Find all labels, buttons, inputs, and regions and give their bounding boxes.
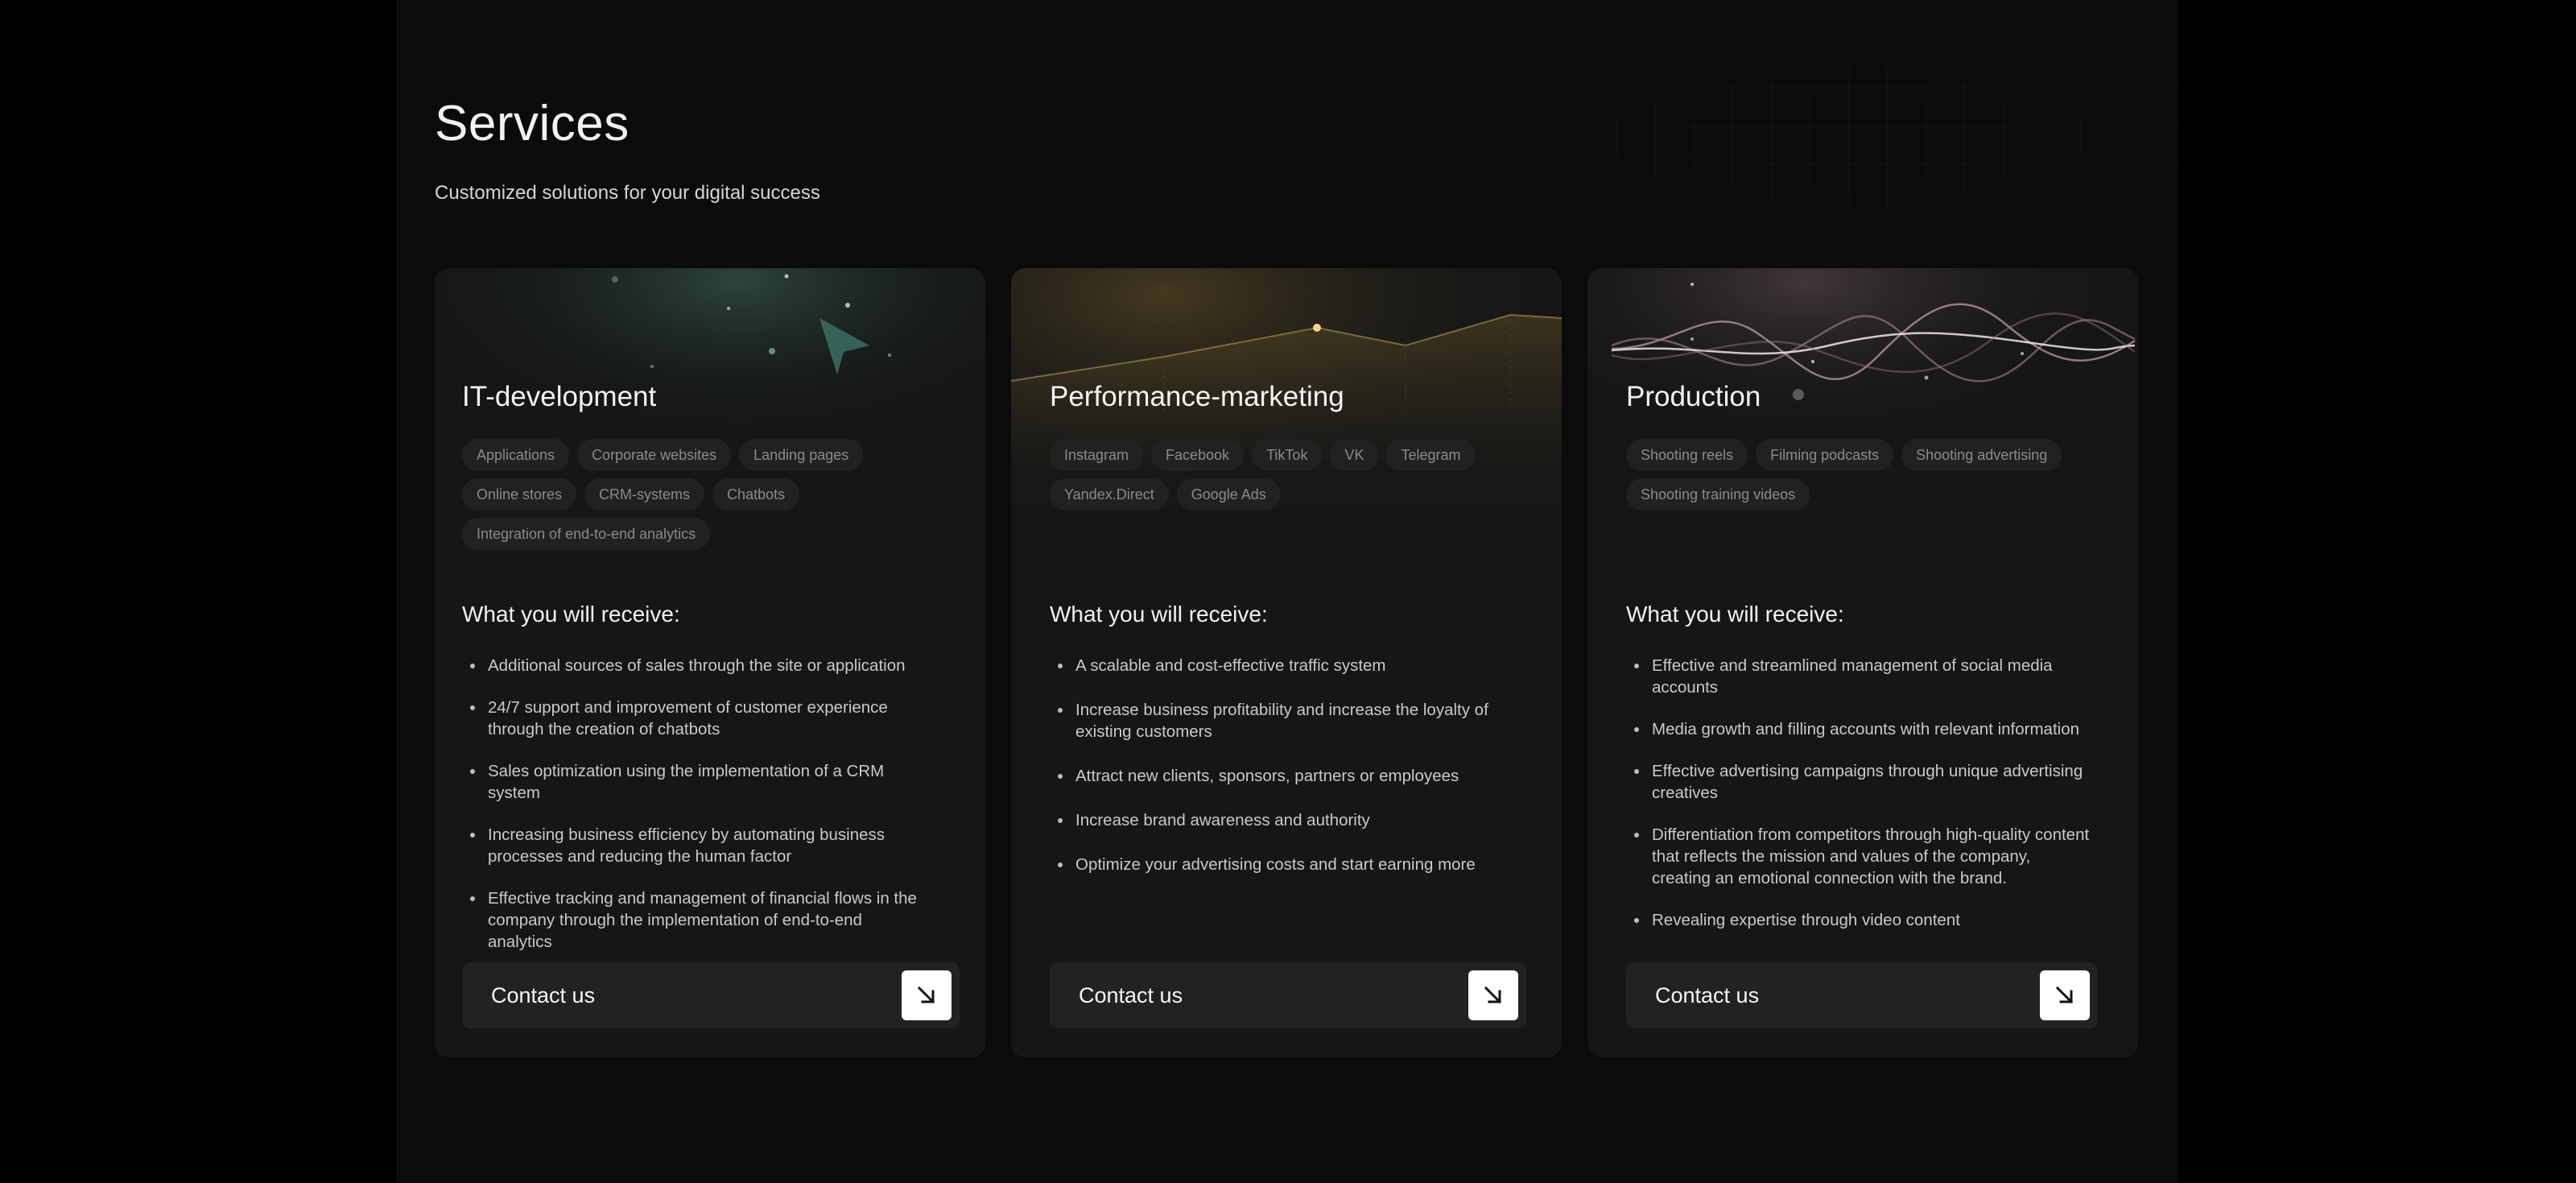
background-grid	[1346, 48, 2178, 274]
tag-list: Shooting reels Filming podcasts Shooting…	[1626, 439, 2077, 511]
benefit-item: Optimize your advertising costs and star…	[1050, 854, 1517, 875]
page-subtitle: Customized solutions for your digital su…	[435, 182, 820, 204]
card-title: Production	[1626, 381, 1761, 412]
benefit-item: Media growth and filling accounts with r…	[1626, 718, 2093, 740]
tag: Instagram	[1050, 439, 1144, 471]
benefit-item: Differentiation from competitors through…	[1626, 824, 2093, 889]
tag-list: Applications Corporate websites Landing …	[462, 439, 913, 550]
tag: Telegram	[1386, 439, 1476, 471]
tag: Google Ads	[1176, 478, 1281, 511]
contact-us-button[interactable]: Contact us	[1626, 962, 2098, 1028]
benefit-item: Attract new clients, sponsors, partners …	[1050, 765, 1517, 787]
contact-us-label: Contact us	[1655, 982, 1760, 1007]
card-title: IT-development	[462, 381, 657, 412]
service-card-production: Production Shooting reels Filming podcas…	[1587, 268, 2138, 1057]
tag: Shooting reels	[1626, 439, 1748, 471]
benefit-item: Effective and streamlined management of …	[1626, 655, 2093, 698]
arrow-down-right-icon	[1468, 970, 1518, 1020]
services-section: Services Customized solutions for your d…	[396, 0, 2178, 1183]
service-card-it-development: IT-development Applications Corporate we…	[435, 268, 985, 1057]
benefit-item: Increase brand awareness and authority	[1050, 809, 1517, 831]
arrow-down-right-icon	[2040, 970, 2090, 1020]
tag: TikTok	[1252, 439, 1323, 471]
tag-list: Instagram Facebook TikTok VK Telegram Ya…	[1050, 439, 1501, 511]
benefit-item: Increase business profitability and incr…	[1050, 699, 1517, 742]
benefit-item: Effective tracking and management of fin…	[462, 887, 929, 953]
page-title: Services	[435, 96, 630, 151]
receive-heading: What you will receive:	[1626, 602, 1844, 627]
tag: Integration of end-to-end analytics	[462, 518, 711, 550]
contact-us-label: Contact us	[491, 982, 596, 1007]
receive-heading: What you will receive:	[1050, 602, 1268, 627]
arrow-down-right-icon	[902, 970, 952, 1020]
tag: Applications	[462, 439, 570, 471]
tag: Chatbots	[712, 478, 800, 511]
tag: Filming podcasts	[1756, 439, 1894, 471]
benefit-item: Revealing expertise through video conten…	[1626, 909, 2093, 931]
benefit-item: 24/7 support and improvement of customer…	[462, 697, 929, 740]
tag: Shooting training videos	[1626, 478, 1810, 511]
benefit-item: Increasing business efficiency by automa…	[462, 824, 929, 867]
benefit-list: Additional sources of sales through the …	[462, 655, 929, 973]
tag: Landing pages	[739, 439, 864, 471]
benefit-item: Effective advertising campaigns through …	[1626, 760, 2093, 804]
contact-us-button[interactable]: Contact us	[1050, 962, 1526, 1028]
contact-us-button[interactable]: Contact us	[462, 962, 960, 1028]
contact-us-label: Contact us	[1079, 982, 1183, 1007]
tag: Facebook	[1151, 439, 1245, 471]
receive-heading: What you will receive:	[462, 602, 680, 627]
tag: Yandex.Direct	[1050, 478, 1169, 511]
service-card-performance-marketing: Performance-marketing Instagram Facebook…	[1011, 268, 1562, 1057]
benefit-item: A scalable and cost-effective traffic sy…	[1050, 655, 1517, 676]
tag: Online stores	[462, 478, 577, 511]
benefit-item: Sales optimization using the implementat…	[462, 760, 929, 804]
benefit-item: Additional sources of sales through the …	[462, 655, 929, 676]
tag: VK	[1330, 439, 1379, 471]
tag: Shooting advertising	[1901, 439, 2062, 471]
benefit-list: A scalable and cost-effective traffic sy…	[1050, 655, 1517, 898]
benefit-list: Effective and streamlined management of …	[1626, 655, 2093, 951]
card-title: Performance-marketing	[1050, 381, 1344, 412]
tag: CRM-systems	[584, 478, 705, 511]
tag: Corporate websites	[577, 439, 732, 471]
